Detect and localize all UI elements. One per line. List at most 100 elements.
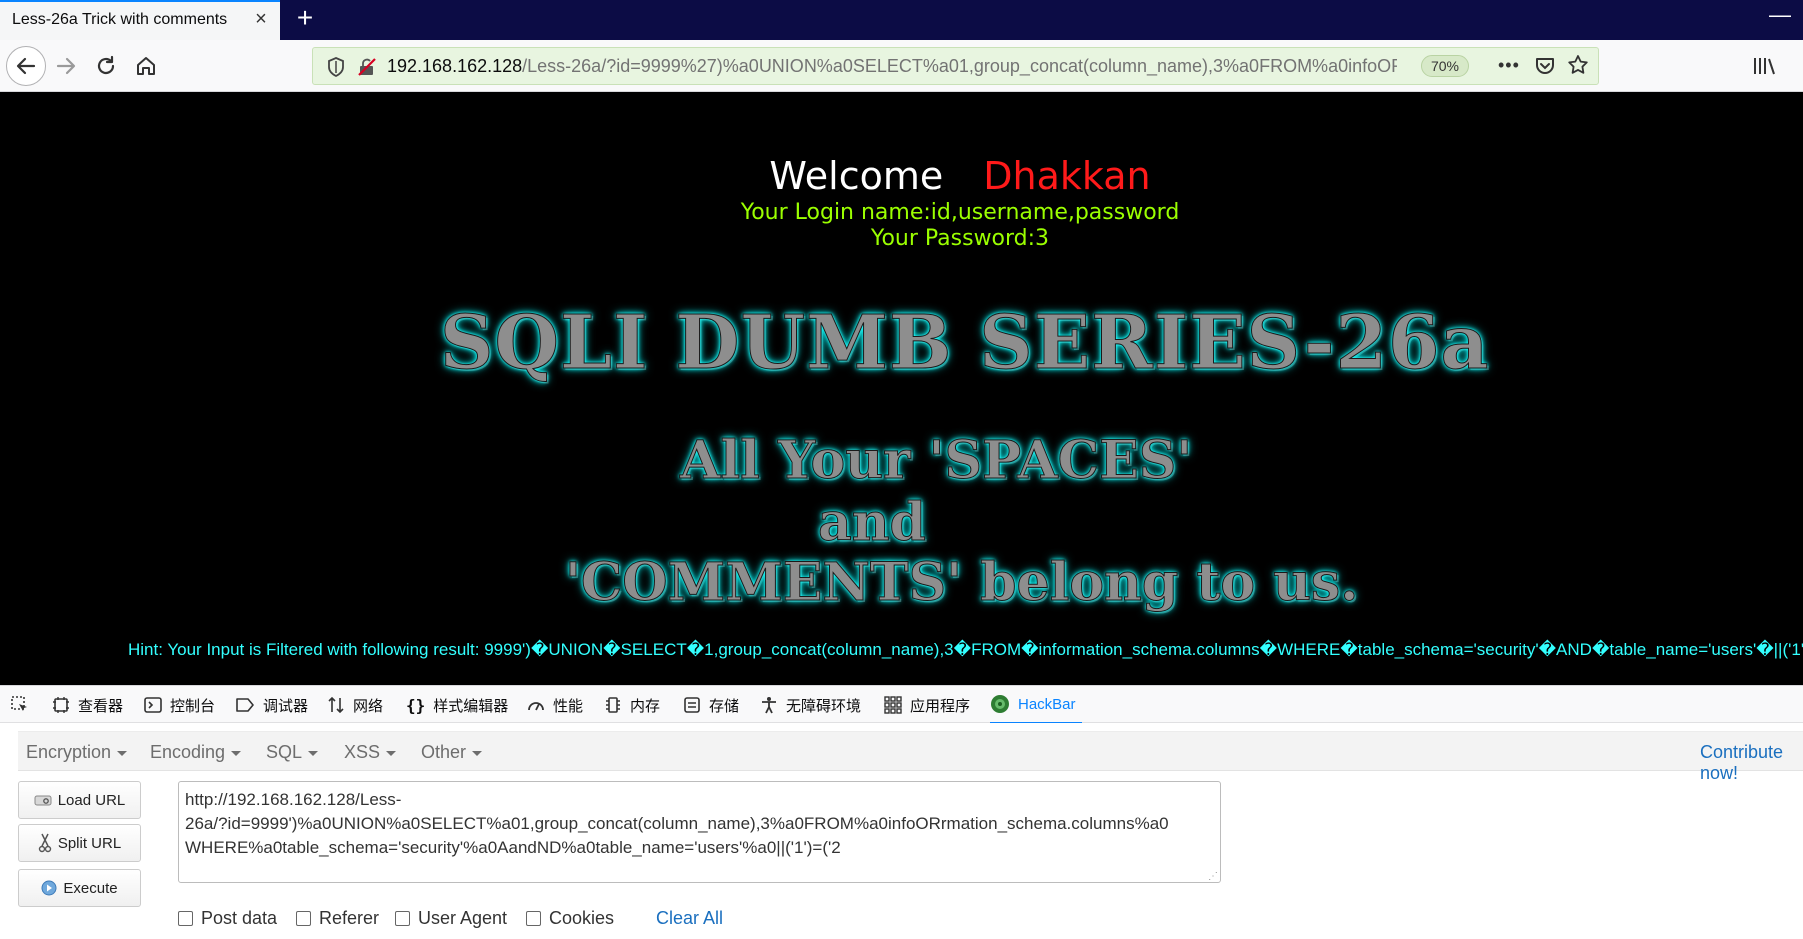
tab-performance[interactable]: 性能 (527, 686, 583, 724)
welcome-name: Dhakkan (983, 154, 1151, 198)
resize-grip-icon[interactable]: ⋰ (1208, 871, 1218, 882)
braces-icon: {} (406, 695, 426, 715)
new-tab-button[interactable]: + (288, 2, 322, 34)
tab-debugger[interactable]: 调试器 (235, 686, 308, 724)
gauge-icon (527, 696, 545, 714)
tab-application-label: 应用程序 (910, 697, 971, 715)
tagline-line-1: All Your 'SPACES' (679, 430, 1193, 492)
play-icon (41, 880, 57, 896)
referer-label: Referer (319, 908, 380, 928)
devtools-toolbar: 查看器 控制台 调试器 网络 {} 样式编辑器 性能 内存 存储 无障碍环境 应… (0, 685, 1803, 724)
hackbar-logo-icon (990, 694, 1010, 714)
minimize-window-icon[interactable]: — (1765, 2, 1795, 28)
storage-icon (683, 696, 701, 714)
memory-chip-icon (604, 696, 622, 714)
element-picker-icon[interactable] (10, 686, 30, 724)
browser-tab[interactable]: Less-26a Trick with comments × (0, 0, 280, 40)
insecure-lock-icon[interactable] (357, 57, 377, 82)
reload-button[interactable] (86, 46, 126, 86)
load-url-label: Load URL (57, 791, 126, 809)
tab-style-editor-label: 样式编辑器 (433, 697, 509, 715)
pocket-icon[interactable] (1535, 56, 1555, 81)
hackbar-panel: Encryption Encoding SQL XSS Other Contri… (0, 723, 1803, 939)
sql-menu[interactable]: SQL (266, 742, 318, 763)
tab-console-label: 控制台 (170, 697, 216, 715)
debugger-icon (235, 696, 255, 714)
encoding-menu[interactable]: Encoding (150, 742, 241, 763)
url-textarea[interactable]: http://192.168.162.128/Less- 26a/?id=999… (178, 781, 1221, 883)
console-icon (144, 696, 162, 714)
checkbox-box[interactable] (395, 911, 410, 926)
tab-close-icon[interactable]: × (250, 8, 272, 31)
user-agent-checkbox[interactable]: User Agent (395, 908, 507, 929)
execute-label: Execute (63, 879, 118, 897)
network-icon (327, 696, 345, 714)
tab-memory-label: 内存 (630, 697, 661, 715)
tab-storage[interactable]: 存储 (683, 686, 739, 724)
series-title-banner: SQLI DUMB SERIES-26a (439, 300, 1490, 387)
grid-apps-icon (884, 696, 902, 714)
forward-button[interactable] (46, 46, 86, 86)
user-agent-label: User Agent (418, 908, 508, 928)
welcome-heading: Welcome Dhakkan (0, 154, 1803, 198)
split-url-label: Split URL (57, 834, 122, 852)
password-result: Your Password:3 (870, 226, 1050, 251)
welcome-text: Welcome (769, 154, 944, 198)
load-url-icon (34, 793, 52, 807)
web-page-content: Welcome Dhakkan Your Login name:id,userna… (0, 92, 1803, 685)
tab-debugger-label: 调试器 (263, 697, 309, 715)
page-actions-menu-icon[interactable]: ••• (1498, 55, 1520, 76)
scissors-icon (38, 833, 52, 853)
tab-strip: Less-26a Trick with comments × + — (0, 0, 1803, 40)
cookies-label: Cookies (549, 908, 615, 928)
post-data-label: Post data (201, 908, 278, 928)
back-arrow-icon (16, 57, 36, 75)
tab-application[interactable]: 应用程序 (884, 686, 970, 724)
tab-inspector[interactable]: 查看器 (52, 686, 123, 724)
accessibility-icon (760, 696, 778, 714)
url-text[interactable]: 192.168.162.128/Less-26a/?id=9999%27)%a0… (387, 56, 1397, 77)
other-menu[interactable]: Other (421, 742, 482, 763)
address-bar[interactable]: 192.168.162.128/Less-26a/?id=9999%27)%a0… (312, 47, 1599, 85)
cookies-checkbox[interactable]: Cookies (526, 908, 614, 929)
tab-hackbar[interactable]: HackBar (990, 686, 1082, 724)
tab-accessibility[interactable]: 无障碍环境 (760, 686, 861, 724)
tab-network[interactable]: 网络 (327, 686, 383, 724)
referer-checkbox[interactable]: Referer (296, 908, 379, 929)
clear-all-link[interactable]: Clear All (656, 908, 723, 929)
tab-memory[interactable]: 内存 (604, 686, 660, 724)
tab-performance-label: 性能 (553, 697, 584, 715)
checkbox-box[interactable] (178, 911, 193, 926)
tab-hackbar-label: HackBar (1018, 695, 1076, 713)
library-icon[interactable] (1752, 56, 1778, 81)
back-button[interactable] (6, 46, 46, 86)
url-path: /Less-26a/?id=9999%27)%a0UNION%a0SELECT%… (522, 56, 1397, 76)
home-icon (137, 57, 155, 75)
tab-inspector-label: 查看器 (78, 697, 124, 715)
encryption-menu[interactable]: Encryption (26, 742, 127, 763)
execute-button[interactable]: Execute (18, 869, 141, 907)
tracking-shield-icon[interactable] (327, 57, 345, 82)
tagline-line-2: and (818, 492, 927, 554)
xss-menu[interactable]: XSS (344, 742, 396, 763)
zoom-level-badge[interactable]: 70% (1421, 55, 1469, 77)
tab-accessibility-label: 无障碍环境 (786, 697, 862, 715)
bookmark-star-icon[interactable] (1567, 54, 1589, 81)
hackbar-menu-bar: Encryption Encoding SQL XSS Other Contri… (18, 731, 1803, 783)
url-host: 192.168.162.128 (387, 56, 523, 76)
checkbox-box[interactable] (296, 911, 311, 926)
tab-style-editor[interactable]: {} 样式编辑器 (406, 686, 508, 724)
navigation-toolbar: 192.168.162.128/Less-26a/?id=9999%27)%a0… (0, 40, 1803, 92)
post-data-checkbox[interactable]: Post data (178, 908, 277, 929)
load-url-button[interactable]: Load URL (18, 781, 141, 819)
reload-icon (97, 55, 115, 75)
forward-arrow-icon (56, 57, 76, 75)
tab-title: Less-26a Trick with comments (12, 11, 228, 28)
checkbox-box[interactable] (526, 911, 541, 926)
contribute-link[interactable]: Contribute now! (1700, 742, 1803, 784)
login-name-result: Your Login name:id,username,password (740, 200, 1180, 225)
home-button[interactable] (126, 46, 166, 86)
split-url-button[interactable]: Split URL (18, 824, 141, 862)
tab-console[interactable]: 控制台 (144, 686, 215, 724)
filter-hint-text: Hint: Your Input is Filtered with follow… (128, 640, 1803, 659)
